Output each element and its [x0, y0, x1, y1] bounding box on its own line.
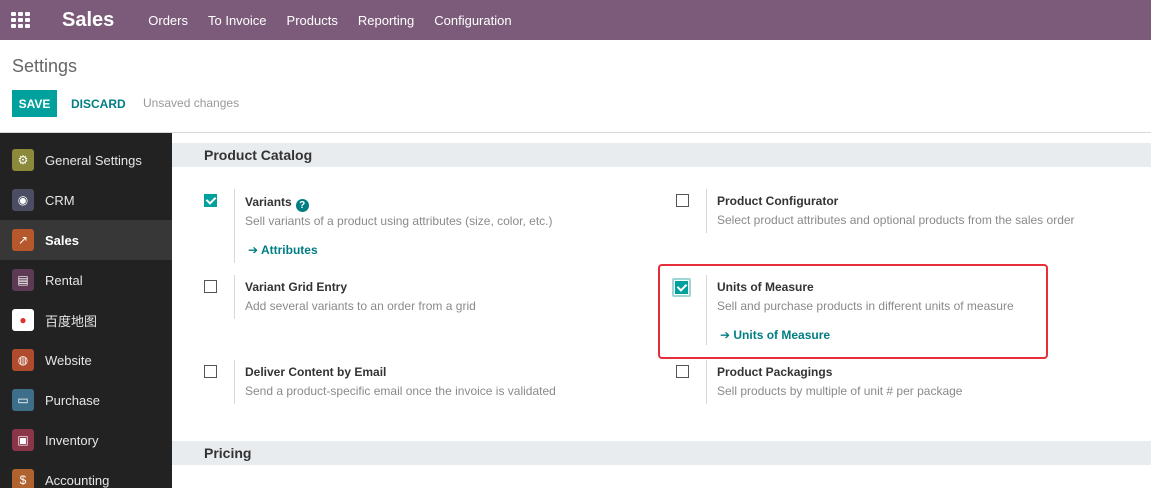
sidebar-item-inventory[interactable]: ▣ Inventory [0, 420, 172, 460]
settings-main: Product Catalog Variants? Sell variants … [172, 133, 1151, 488]
deliver-content-desc: Send a product-specific email once the i… [245, 384, 556, 398]
globe-icon: ◍ [12, 349, 34, 371]
divider [706, 360, 707, 404]
sidebar-item-label: Inventory [45, 432, 99, 448]
deliver-content-title: Deliver Content by Email [245, 365, 387, 379]
attributes-link-label: Attributes [260, 243, 318, 257]
help-icon[interactable]: ? [295, 199, 309, 212]
sidebar-item-website[interactable]: ◍ Website [0, 340, 172, 380]
purchase-icon: ▭ [12, 389, 34, 411]
menu-configuration[interactable]: Configuration [434, 13, 511, 28]
sidebar-item-general-settings[interactable]: ⚙ General Settings [0, 140, 172, 180]
sidebar-item-purchase[interactable]: ▭ Purchase [0, 380, 172, 420]
variants-desc: Sell variants of a product using attribu… [245, 214, 553, 228]
variant-grid-checkbox[interactable] [204, 280, 217, 293]
sidebar-item-accounting[interactable]: $ Accounting [0, 460, 172, 488]
divider [234, 275, 235, 319]
apps-menu-icon[interactable] [11, 12, 31, 28]
page-title: Settings [12, 56, 78, 76]
menu-to-invoice[interactable]: To Invoice [208, 13, 267, 28]
divider [234, 189, 235, 263]
sidebar-item-label: 百度地图 [45, 313, 98, 329]
variant-grid-desc: Add several variants to an order from a … [245, 299, 476, 313]
product-configurator-desc: Select product attributes and optional p… [717, 213, 1075, 227]
discard-button[interactable]: DISCARD [71, 97, 126, 111]
control-panel: Settings SAVE DISCARD Unsaved changes [0, 40, 1151, 133]
sidebar-item-crm[interactable]: ◉ CRM [0, 180, 172, 220]
inventory-box-icon: ▣ [12, 429, 34, 451]
menu-orders[interactable]: Orders [148, 13, 188, 28]
save-button[interactable]: SAVE [12, 90, 57, 117]
deliver-content-checkbox[interactable] [204, 365, 217, 378]
sidebar-item-rental[interactable]: ▤ Rental [0, 260, 172, 300]
section-title-product-catalog: Product Catalog [172, 143, 1151, 167]
menu-products[interactable]: Products [287, 13, 338, 28]
product-configurator-title: Product Configurator [717, 194, 839, 208]
sidebar-item-baidu-map[interactable]: ● 百度地图 [0, 300, 172, 340]
variants-checkbox[interactable] [204, 194, 217, 207]
packagings-checkbox[interactable] [676, 365, 689, 378]
top-navbar: Sales Orders To Invoice Products Reporti… [0, 0, 1151, 40]
menu-reporting[interactable]: Reporting [358, 13, 414, 28]
section-title-pricing: Pricing [172, 441, 1151, 465]
gear-icon: ⚙ [12, 149, 34, 171]
attributes-link[interactable]: ➔ Attributes [248, 243, 318, 257]
rental-icon: ▤ [12, 269, 34, 291]
variants-title: Variants? [245, 195, 309, 212]
sidebar-item-label: Purchase [45, 392, 100, 408]
packagings-desc: Sell products by multiple of unit # per … [717, 384, 963, 398]
app-brand[interactable]: Sales [62, 9, 114, 32]
divider [234, 360, 235, 404]
sidebar-item-label: CRM [45, 192, 75, 208]
highlight-box [658, 264, 1048, 359]
divider [706, 189, 707, 233]
variant-grid-title: Variant Grid Entry [245, 280, 348, 294]
accounting-icon: $ [12, 469, 34, 488]
sidebar-item-label: Sales [45, 232, 79, 248]
crm-icon: ◉ [12, 189, 34, 211]
sidebar-item-label: Rental [45, 272, 83, 288]
sidebar-item-sales[interactable]: ↗ Sales [0, 220, 172, 260]
sales-chart-icon: ↗ [12, 229, 34, 251]
unsaved-status: Unsaved changes [143, 96, 240, 110]
sidebar-item-label: Accounting [45, 472, 110, 488]
map-pin-icon: ● [12, 309, 34, 331]
product-configurator-checkbox[interactable] [676, 194, 689, 207]
variants-title-text: Variants [245, 195, 292, 209]
sidebar-item-label: General Settings [45, 152, 142, 168]
sidebar-item-label: Website [45, 352, 92, 368]
packagings-title: Product Packagings [717, 365, 833, 379]
settings-sidebar: ⚙ General Settings ◉ CRM ↗ Sales ▤ Renta… [0, 133, 172, 488]
